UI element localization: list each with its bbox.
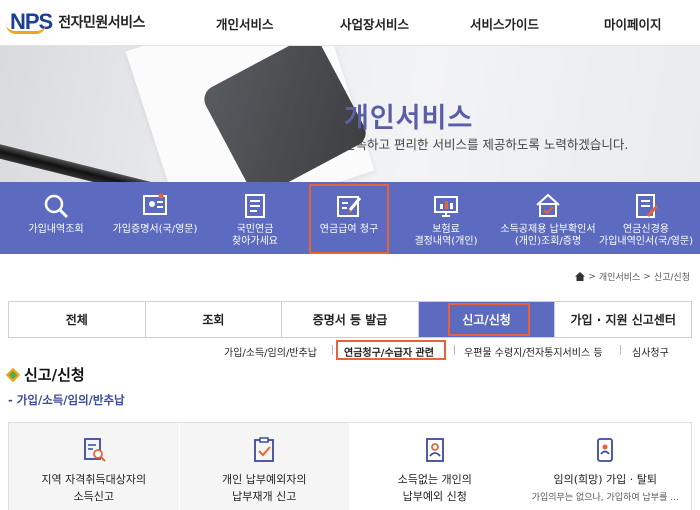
category-tabs: 전체 조회 증명서 등 발급 신고/신청 가입 · 지원 신고센터 xyxy=(8,301,692,338)
quick-tax-deduction[interactable]: 소득공제용 납부확인서 (개인)조회/증명 xyxy=(496,182,600,254)
clipboard-check-icon xyxy=(254,437,275,462)
mobile-user-icon xyxy=(597,438,614,462)
hero-title: 개인서비스 xyxy=(344,103,474,134)
tab-certificate[interactable]: 증명서 등 발급 xyxy=(282,302,419,337)
tab-all[interactable]: 전체 xyxy=(9,302,146,337)
subtab-join-income[interactable]: 가입/소득/임의/반추납 xyxy=(224,344,317,359)
tab-support-center[interactable]: 가입 · 지원 신고센터 xyxy=(555,302,691,337)
id-card-icon xyxy=(425,438,444,462)
quick-label: 연금신경용 가입내역인서(국/영문) xyxy=(599,224,693,247)
card-payment-exception[interactable]: 소득없는 개인의 납부예외 신청 xyxy=(350,423,521,510)
document-list-icon xyxy=(245,194,265,218)
card-title: 소득없는 개인의 납부예외 신청 xyxy=(397,473,472,503)
highlight-box xyxy=(336,340,446,360)
card-title: 임의(희망) 가입 · 탈퇴 xyxy=(553,473,658,486)
divider xyxy=(332,345,333,355)
quick-label: 소득공제용 납부확인서 (개인)조회/증명 xyxy=(500,224,596,247)
nav-my-page[interactable]: 마이페이지 xyxy=(604,0,662,46)
logo-swoosh-icon xyxy=(6,24,46,34)
certificate-icon xyxy=(143,193,167,215)
monitor-chart-icon xyxy=(434,196,458,217)
divider xyxy=(454,345,455,355)
document-pen-icon xyxy=(636,194,659,218)
breadcrumb: > 개인서비스 > 신고/신청 xyxy=(575,270,690,283)
quick-pension-finder[interactable]: 국민연금 찾아가세요 xyxy=(222,182,288,254)
house-check-icon xyxy=(536,193,560,217)
breadcrumb-item[interactable]: 개인서비스 xyxy=(599,270,640,283)
diamond-bullet-icon xyxy=(5,367,21,382)
card-voluntary-join[interactable]: 임의(희망) 가입 · 탈퇴 가입의무는 없으나, 가입하여 납부를 ... xyxy=(520,423,691,510)
card-income-report[interactable]: 지역 자격취득대상자의 소득신고 xyxy=(9,423,180,510)
quick-pension-credit[interactable]: 연금신경용 가입내역인서(국/영문) xyxy=(594,182,698,254)
highlight-box xyxy=(309,184,389,254)
breadcrumb-separator: > xyxy=(588,271,596,282)
dash-bullet: - xyxy=(8,393,17,407)
section-title: 신고/신청 xyxy=(5,364,85,385)
subtab-review-request[interactable]: 심사청구 xyxy=(632,344,669,359)
divider xyxy=(620,345,621,355)
quick-join-history[interactable]: 가입내역조회 xyxy=(22,182,90,254)
sub-heading-text: 가입/소득/임의/반추납 xyxy=(16,393,125,407)
nav-service-guide[interactable]: 서비스가이드 xyxy=(470,0,539,46)
quick-premium-decision[interactable]: 보험료 결정내역(개인) xyxy=(404,182,488,254)
quick-label: 가입내역조회 xyxy=(28,224,84,235)
highlight-box xyxy=(448,303,530,336)
top-header: NPS 전자민원서비스 개인서비스 사업장서비스 서비스가이드 마이페이지 xyxy=(0,0,700,46)
tab-inquiry[interactable]: 조회 xyxy=(145,302,283,337)
card-payment-resume[interactable]: 개인 납부예외자의 납부재개 신고 xyxy=(179,423,350,510)
search-icon xyxy=(44,194,69,219)
home-icon[interactable] xyxy=(575,272,586,281)
hero-subtitle: 신속하고 편리한 서비스를 제공하도록 노력하겠습니다. xyxy=(344,137,629,152)
sub-heading: - 가입/소득/임의/반추납 xyxy=(8,392,125,408)
nps-logo[interactable]: NPS 전자민원서비스 xyxy=(6,8,145,36)
breadcrumb-separator: > xyxy=(643,271,651,282)
card-title: 개인 납부예외자의 납부재개 신고 xyxy=(222,473,307,503)
section-title-text: 신고/신청 xyxy=(24,366,85,384)
subtab-mail-notice[interactable]: 우편물 수령지/전자통지서비스 등 xyxy=(464,344,603,359)
card-title: 지역 자격취득대상자의 소득신고 xyxy=(41,473,147,503)
service-name: 전자민원서비스 xyxy=(58,15,145,31)
quick-label: 가입증명서(국/영문) xyxy=(112,224,198,235)
quick-label: 보험료 결정내역(개인) xyxy=(414,224,478,247)
breadcrumb-current: 신고/신청 xyxy=(653,273,690,283)
quick-join-certificate[interactable]: 가입증명서(국/영문) xyxy=(108,182,202,254)
search-document-icon xyxy=(83,438,106,462)
service-cards: 지역 자격취득대상자의 소득신고 개인 납부예외자의 납부재개 신고 소득없는 … xyxy=(8,422,692,510)
card-description: 가입의무는 없으나, 가입하여 납부를 ... xyxy=(531,493,679,503)
quick-label: 국민연금 찾아가세요 xyxy=(232,224,278,247)
nav-personal-service[interactable]: 개인서비스 xyxy=(216,0,274,46)
nav-business-service[interactable]: 사업장서비스 xyxy=(340,0,409,46)
